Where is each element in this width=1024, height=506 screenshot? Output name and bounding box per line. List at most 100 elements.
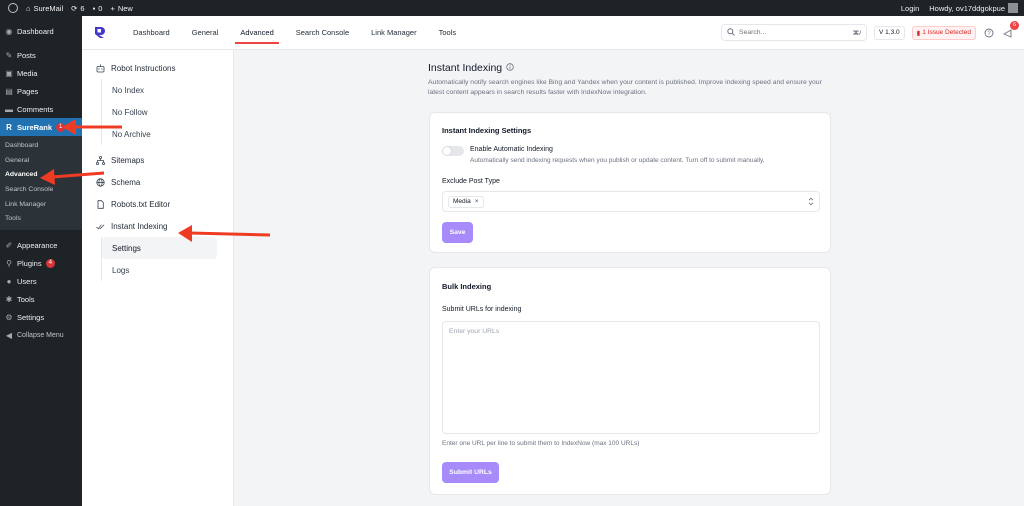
nav-robot-instructions[interactable]: Robot Instructions: [82, 57, 233, 79]
wp-admin-menu: ◉ Dashboard ✎ Posts ▣ Media ▤ Pages ▬ Comment…: [0, 16, 82, 506]
exclude-post-type-label: Exclude Post Type: [442, 178, 500, 185]
menu-pages[interactable]: ▤ Pages: [0, 82, 82, 100]
tab-dashboard[interactable]: Dashboard: [122, 16, 181, 50]
indexing-children: Settings Logs: [101, 237, 233, 281]
bulk-indexing-card: Bulk Indexing Submit URLs for indexing E…: [429, 267, 831, 495]
account-menu[interactable]: Howdy, ov17ddgokpue: [929, 3, 1018, 13]
howdy-label: Howdy, ov17ddgokpue: [929, 3, 1005, 13]
info-icon[interactable]: [506, 62, 514, 74]
save-button[interactable]: Save: [442, 222, 473, 243]
menu-appearance[interactable]: ✐ Appearance: [0, 236, 82, 254]
submenu-search-console[interactable]: Search Console: [0, 183, 82, 198]
urls-textarea[interactable]: [442, 321, 820, 434]
card-title: Bulk Indexing: [442, 282, 492, 291]
nav-indexing-settings[interactable]: Settings: [102, 237, 217, 259]
plugin-icon: ⚲: [6, 258, 12, 268]
wrench-icon: ✱: [5, 294, 13, 304]
sitemap-icon: [96, 155, 105, 165]
submit-urls-button[interactable]: Submit URLs: [442, 462, 499, 483]
instant-indexing-settings-card: Instant Indexing Settings Enable Automat…: [429, 112, 831, 253]
tab-advanced[interactable]: Advanced: [229, 16, 284, 50]
page-title: Instant Indexing: [428, 62, 514, 74]
bar-chart-icon: ▮: [916, 29, 921, 37]
menu-settings[interactable]: ⚙ Settings: [0, 308, 82, 326]
search-box: ⌘/: [721, 24, 868, 41]
wp-logo-icon[interactable]: [8, 3, 18, 13]
issue-badge[interactable]: ▮ 1 Issue Detected: [911, 25, 976, 40]
menu-comments[interactable]: ▬ Comments: [0, 100, 82, 118]
toggle-help-text: Automatically send indexing requests whe…: [470, 157, 765, 164]
submenu-advanced[interactable]: Advanced: [0, 168, 82, 183]
menu-surerank[interactable]: R SureRank 1: [0, 118, 82, 136]
surerank-header: Dashboard General Advanced Search Consol…: [82, 16, 1024, 50]
double-check-icon: [96, 222, 105, 231]
surerank-logo-icon[interactable]: [94, 26, 106, 40]
exclude-post-type-select[interactable]: Media ×: [442, 191, 820, 212]
media-icon: ▣: [5, 68, 13, 78]
plus-icon: +: [110, 3, 115, 13]
surerank-badge: 1: [56, 122, 66, 132]
comment-icon: ▪: [92, 3, 96, 13]
new-content-link[interactable]: + New: [110, 4, 132, 13]
menu-collapse[interactable]: ◀ Collapse Menu: [0, 326, 82, 344]
wp-admin-bar: ⌂ SureMail ⟳ 6 ▪ 0 + New Login Howdy, ov…: [0, 0, 1024, 16]
search-shortcut: ⌘/: [852, 29, 862, 37]
nav-schema[interactable]: Schema: [82, 171, 233, 193]
file-icon: [96, 199, 105, 209]
automatic-indexing-toggle[interactable]: [442, 146, 464, 156]
menu-dashboard[interactable]: ◉ Dashboard: [0, 22, 82, 40]
menu-users[interactable]: ● Users: [0, 272, 82, 290]
notification-count: 6: [1010, 20, 1019, 30]
users-icon: ●: [6, 276, 12, 286]
nav-no-archive[interactable]: No Archive: [102, 123, 217, 145]
menu-media[interactable]: ▣ Media: [0, 64, 82, 82]
selected-chip: Media ×: [448, 195, 484, 208]
submenu-dashboard[interactable]: Dashboard: [0, 139, 82, 154]
globe-icon: [96, 177, 105, 187]
nav-no-index[interactable]: No Index: [102, 79, 217, 101]
card-title: Instant Indexing Settings: [442, 126, 532, 135]
submenu-link-manager[interactable]: Link Manager: [0, 198, 82, 213]
nav-instant-indexing[interactable]: Instant Indexing: [82, 215, 233, 237]
tab-general[interactable]: General: [181, 16, 230, 50]
urls-help-text: Enter one URL per line to submit them to…: [442, 440, 640, 447]
nav-no-follow[interactable]: No Follow: [102, 101, 217, 123]
dashboard-icon: ◉: [5, 26, 13, 36]
comments-link[interactable]: ▪ 0: [93, 4, 103, 13]
robot-icon: [96, 64, 105, 73]
tab-tools[interactable]: Tools: [428, 16, 468, 50]
submenu-tools[interactable]: Tools: [0, 212, 82, 227]
updates-icon: ⟳: [71, 3, 78, 13]
site-name-link[interactable]: ⌂ SureMail: [26, 4, 63, 13]
nav-sitemaps[interactable]: Sitemaps: [82, 149, 233, 171]
help-icon[interactable]: ?: [983, 27, 995, 39]
search-input[interactable]: [739, 29, 849, 36]
remove-chip-icon[interactable]: ×: [475, 198, 479, 205]
menu-posts[interactable]: ✎ Posts: [0, 46, 82, 64]
login-link[interactable]: Login: [901, 4, 919, 13]
comment-icon: ▬: [5, 104, 13, 114]
submenu-general[interactable]: General: [0, 154, 82, 169]
plugins-badge: 4: [45, 258, 55, 268]
submit-urls-label: Submit URLs for indexing: [442, 306, 522, 313]
brush-icon: ✐: [5, 240, 13, 250]
nav-robots-txt-editor[interactable]: Robots.txt Editor: [82, 193, 233, 215]
page-description: Automatically notify search engines like…: [428, 79, 822, 96]
search-icon: [727, 27, 735, 38]
collapse-icon: ◀: [5, 330, 13, 340]
nav-indexing-logs[interactable]: Logs: [102, 259, 217, 281]
tab-link-manager[interactable]: Link Manager: [360, 16, 427, 50]
avatar: [1008, 3, 1018, 13]
advanced-sidebar: Robot Instructions No Index No Follow No…: [82, 50, 234, 506]
home-icon: ⌂: [26, 3, 31, 13]
surerank-submenu: Dashboard General Advanced Search Consol…: [0, 136, 82, 231]
menu-plugins[interactable]: ⚲ Plugins 4: [0, 254, 82, 272]
updates-link[interactable]: ⟳ 6: [71, 4, 84, 13]
pin-icon: ✎: [5, 50, 13, 60]
surerank-icon: R: [6, 122, 12, 132]
tab-search-console[interactable]: Search Console: [285, 16, 360, 50]
menu-tools[interactable]: ✱ Tools: [0, 290, 82, 308]
toggle-label: Enable Automatic Indexing: [470, 146, 553, 153]
notification-icon[interactable]: 6: [1002, 20, 1019, 39]
main-content: Instant Indexing Automatically notify se…: [234, 50, 1024, 506]
